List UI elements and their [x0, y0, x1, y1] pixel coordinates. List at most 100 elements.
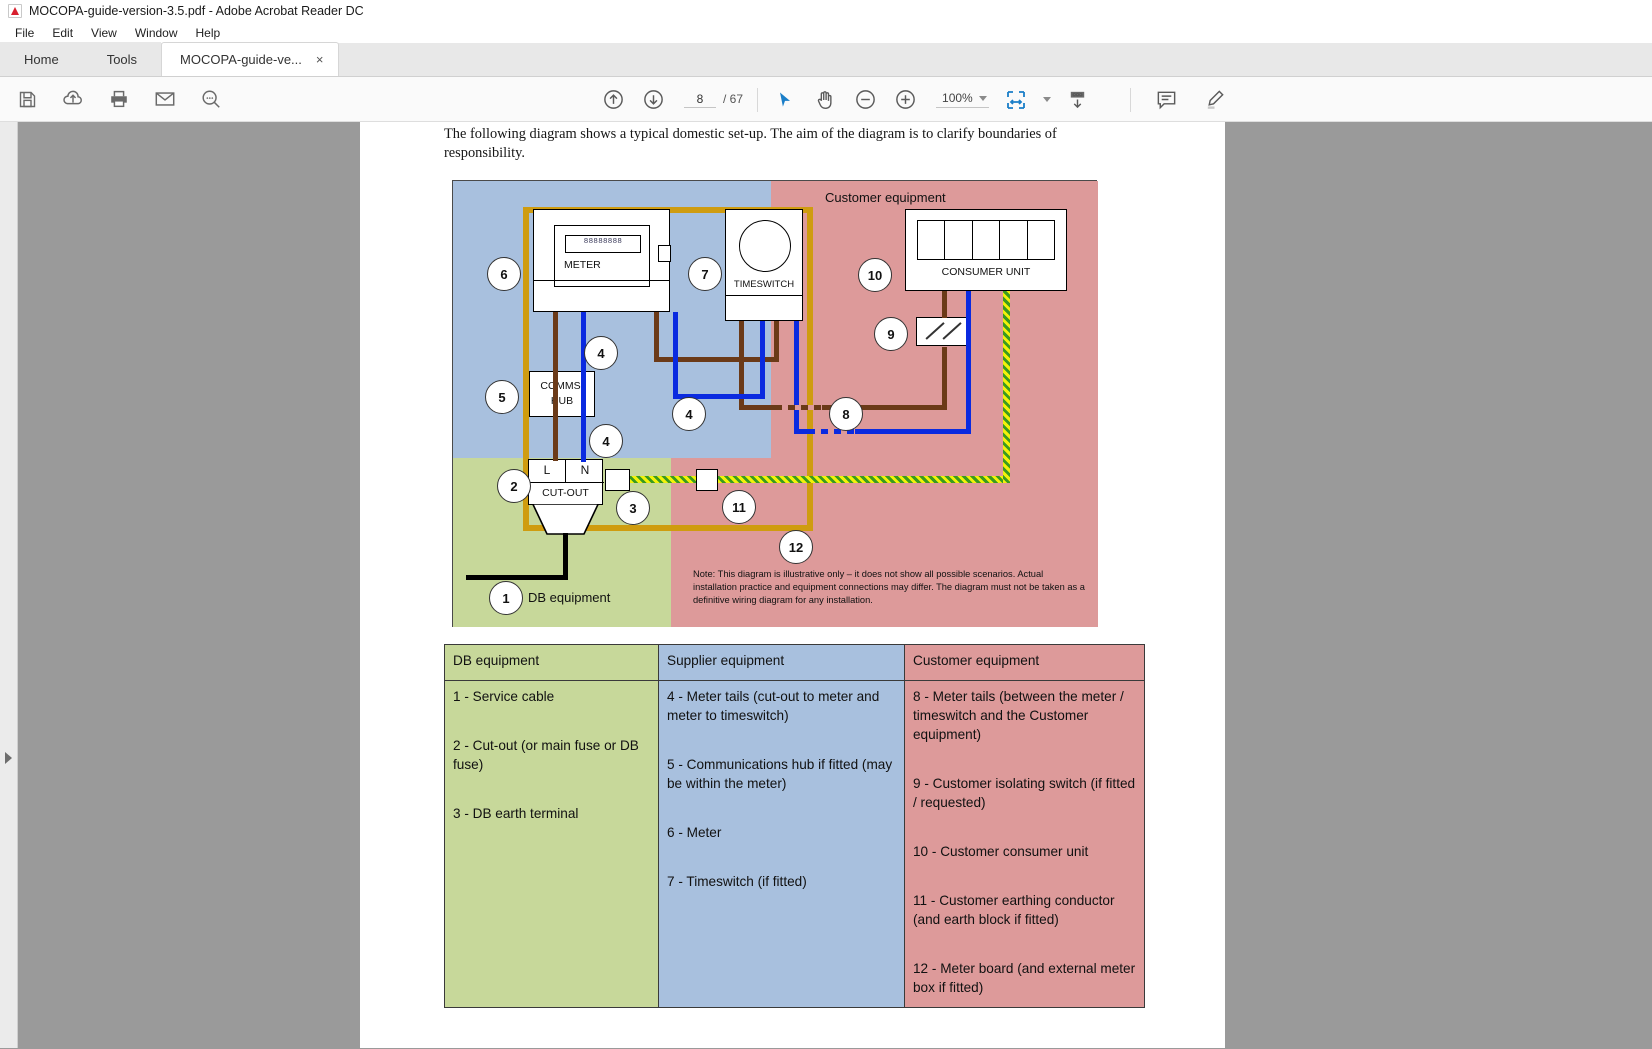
marker-9: 9 — [874, 317, 908, 351]
tab-document[interactable]: MOCOPA-guide-ve... × — [161, 42, 339, 76]
list-item: 7 - Timeswitch (if fitted) — [667, 874, 807, 889]
search-zoom-icon[interactable] — [198, 86, 224, 112]
list-item: 12 - Meter board (and external meter box… — [913, 961, 1136, 995]
list-item: 8 - Meter tails (between the meter / tim… — [913, 689, 1124, 742]
marker-4a: 4 — [584, 336, 618, 370]
print-icon[interactable] — [106, 86, 132, 112]
chevron-down-icon[interactable] — [978, 95, 987, 101]
hand-pan-icon[interactable] — [812, 87, 838, 113]
toolbar-left-group — [0, 86, 224, 112]
customer-earth-block — [696, 469, 718, 491]
live-switch-to-tail — [942, 347, 947, 407]
list-item: 10 - Customer consumer unit — [913, 844, 1089, 859]
consumer-unit-way — [999, 220, 1027, 260]
timeswitch-terminal-divider — [726, 295, 802, 296]
meter-display-digits: 88888888 — [583, 238, 623, 246]
highlight-pen-icon[interactable] — [1201, 87, 1227, 113]
menu-view[interactable]: View — [82, 24, 126, 42]
page-number-input[interactable] — [684, 91, 716, 108]
toolbar-divider-right — [1130, 87, 1131, 112]
header-db-equipment: DB equipment — [444, 644, 659, 681]
menu-bar: File Edit View Window Help — [0, 22, 1652, 43]
marker-12: 12 — [779, 530, 813, 564]
list-item: 4 - Meter tails (cut-out to meter and me… — [667, 689, 880, 723]
zoom-in-icon[interactable] — [892, 87, 918, 113]
db-earth-terminal-block — [605, 469, 630, 491]
marker-2: 2 — [497, 469, 531, 503]
fit-page-icon[interactable] — [1003, 87, 1029, 113]
next-page-icon[interactable] — [640, 87, 666, 113]
meter-faceplate: 88888888 METER — [554, 225, 650, 287]
live-meter-to-hub — [553, 312, 558, 442]
equipment-legend-table: DB equipment Supplier equipment Customer… — [444, 644, 1145, 1008]
neutral-cu-down — [966, 291, 971, 434]
marker-8: 8 — [829, 397, 863, 431]
consumer-unit-way — [917, 220, 945, 260]
earth-conductor-horizontal-right — [718, 476, 1010, 483]
toolbar-right-group — [1130, 77, 1227, 122]
menu-edit[interactable]: Edit — [43, 24, 82, 42]
page-total-label: / 67 — [723, 91, 744, 106]
toolbar-center-group: / 67 100% — [600, 77, 1091, 122]
toolbar-divider — [757, 87, 759, 112]
cutout-neutral-terminal: N — [566, 460, 604, 483]
document-workspace: The following diagram shows a typical do… — [0, 122, 1652, 1048]
domestic-setup-diagram: Customer equipment DB equipment 88888888… — [452, 180, 1098, 627]
left-navigation-rail — [0, 122, 18, 1048]
tab-document-label: MOCOPA-guide-ve... — [180, 52, 302, 67]
expand-sidebar-icon[interactable] — [5, 752, 12, 764]
list-item: 2 - Cut-out (or main fuse or DB fuse) — [453, 738, 639, 772]
marker-3: 3 — [616, 491, 650, 525]
zoom-selector[interactable]: 100% — [936, 91, 989, 108]
marker-5: 5 — [485, 380, 519, 414]
marker-11: 11 — [722, 490, 756, 524]
list-item: 3 - DB earth terminal — [453, 806, 579, 821]
meter-button-icon — [658, 245, 671, 262]
marker-10: 10 — [858, 258, 892, 292]
select-cursor-icon[interactable] — [772, 87, 798, 113]
tab-home[interactable]: Home — [0, 42, 83, 76]
pdf-page: The following diagram shows a typical do… — [360, 122, 1225, 1048]
page-navigator: / 67 — [684, 91, 744, 108]
zoom-level-label: 100% — [942, 91, 973, 105]
live-meter-out-down — [654, 312, 659, 362]
fit-page-chevron-icon[interactable] — [1042, 97, 1051, 102]
menu-help[interactable]: Help — [187, 24, 230, 42]
close-icon[interactable]: × — [316, 52, 324, 67]
tab-tools-label: Tools — [106, 51, 138, 67]
timeswitch-component: TIMESWITCH — [725, 209, 803, 321]
zoom-out-icon[interactable] — [852, 87, 878, 113]
comms-hub-label-line1: COMMS. — [540, 380, 584, 392]
consumer-unit-way — [944, 220, 972, 260]
neutral-tail-down — [794, 321, 799, 434]
previous-page-icon[interactable] — [600, 87, 626, 113]
page-intro-paragraph: The following diagram shows a typical do… — [444, 126, 1057, 161]
consumer-unit-way — [1026, 220, 1056, 260]
marker-4b: 4 — [672, 397, 706, 431]
email-icon[interactable] — [152, 86, 178, 112]
neutral-timeswitch-in — [760, 321, 765, 399]
switch-blade-icon — [925, 322, 945, 340]
menu-file[interactable]: File — [6, 24, 43, 42]
upload-cloud-icon[interactable] — [60, 86, 86, 112]
switch-blade-icon — [942, 322, 962, 340]
list-item: 5 - Communications hub if fitted (may be… — [667, 757, 893, 791]
live-cu-to-switch — [942, 291, 947, 318]
neutral-meter-out-down — [673, 312, 678, 399]
timeswitch-dial-icon — [739, 220, 791, 272]
cell-customer-items: 8 - Meter tails (between the meter / tim… — [904, 680, 1145, 1008]
isolating-switch-component — [916, 317, 968, 346]
marker-1: 1 — [489, 581, 523, 615]
list-item: 1 - Service cable — [453, 689, 555, 704]
comment-icon[interactable] — [1153, 87, 1179, 113]
table-header-row: DB equipment Supplier equipment Customer… — [444, 644, 1145, 681]
save-icon[interactable] — [14, 86, 40, 112]
tab-tools[interactable]: Tools — [82, 42, 162, 76]
consumer-unit-ways — [917, 220, 1056, 260]
live-tail-break — [775, 405, 822, 410]
scroll-mode-icon[interactable] — [1065, 87, 1091, 113]
menu-window[interactable]: Window — [126, 24, 187, 42]
timeswitch-label: TIMESWITCH — [733, 279, 795, 290]
earth-conductor-horizontal-left — [630, 476, 696, 483]
meter-terminal-divider — [534, 280, 669, 281]
